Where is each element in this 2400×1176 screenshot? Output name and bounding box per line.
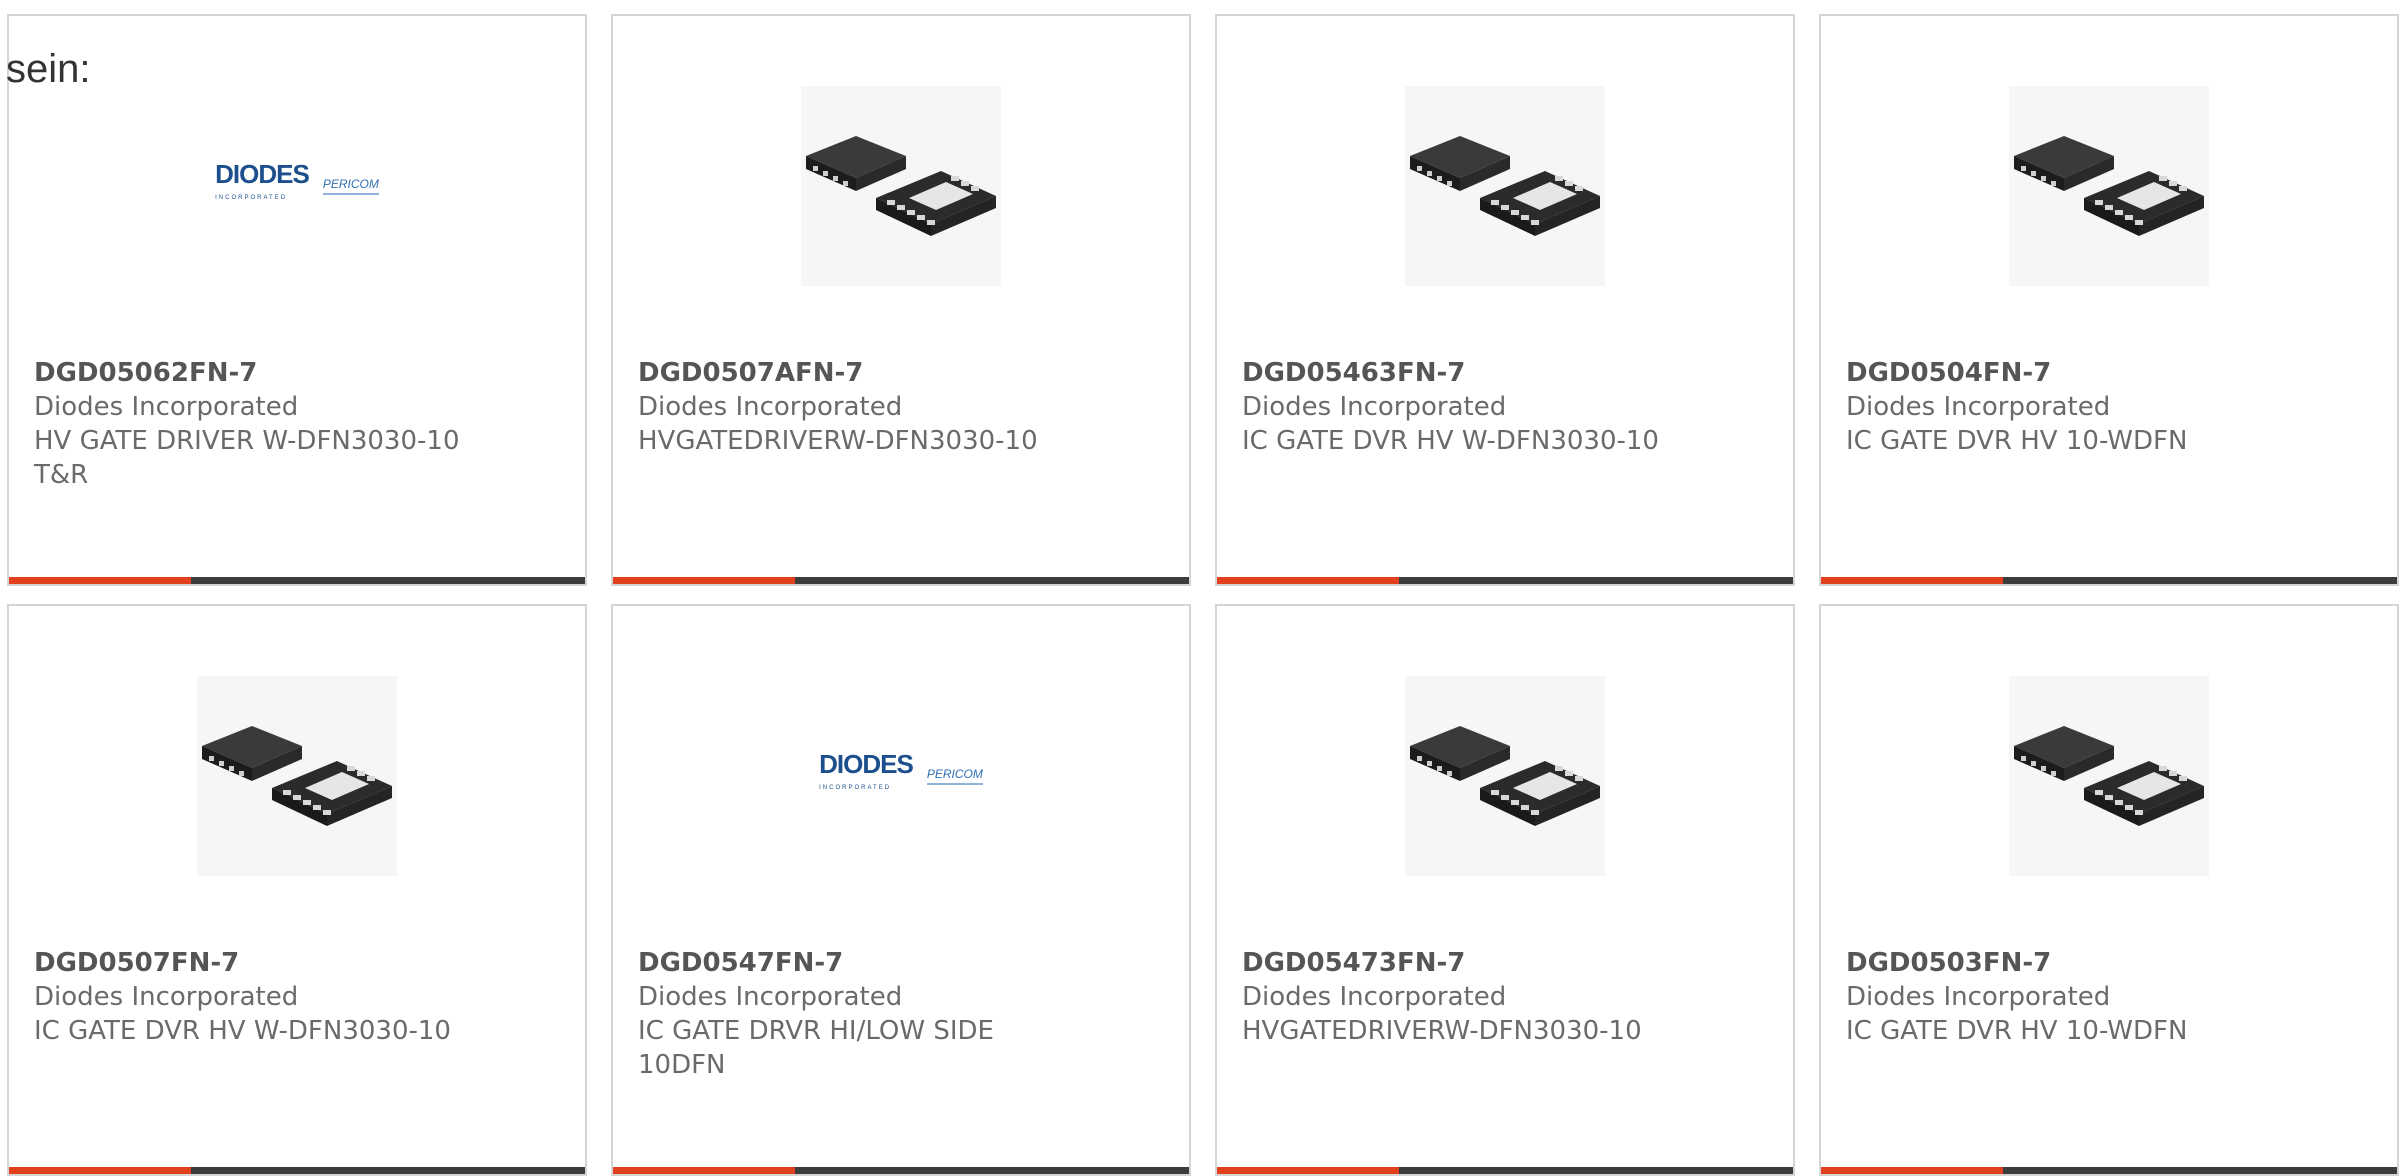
product-image[interactable] (1821, 676, 2397, 876)
product-image[interactable] (1217, 86, 1793, 286)
manufacturer-name: Diodes Incorporated (34, 392, 299, 422)
manufacturer-name: Diodes Incorporated (638, 982, 903, 1012)
part-number[interactable]: DGD0547FN-7 (638, 946, 1164, 980)
part-number[interactable]: DGD0507AFN-7 (638, 356, 1164, 390)
product-info: DGD0507FN-7 Diodes Incorporated IC GATE DV… (34, 946, 560, 1048)
product-description: HVGATEDRIVERW-DFN3030-10 (638, 426, 1038, 456)
product-info: DGD05062FN-7 Diodes Incorporated HV GATE D… (34, 356, 560, 492)
part-number[interactable]: DGD05062FN-7 (34, 356, 560, 390)
part-number[interactable]: DGD0503FN-7 (1846, 946, 2372, 980)
ic-chip-package-icon (2009, 86, 2209, 286)
manufacturer-name: Diodes Incorporated (34, 982, 299, 1012)
ic-chip-package-icon (1405, 676, 1605, 876)
product-image[interactable] (613, 86, 1189, 286)
card-accent-bar (1821, 1167, 2397, 1174)
card-accent-bar (1217, 577, 1793, 584)
ic-chip-package-icon (1405, 86, 1605, 286)
product-image[interactable]: DIODES INCORPORATED PERICOM (613, 676, 1189, 876)
card-accent-bar-highlight (613, 1167, 795, 1174)
product-card[interactable]: DGD05473FN-7 Diodes Incorporated HVGATEDRI… (1215, 604, 1795, 1176)
part-number[interactable]: DGD0504FN-7 (1846, 356, 2372, 390)
card-accent-bar-highlight (9, 577, 191, 584)
card-accent-bar (9, 1167, 585, 1174)
product-card[interactable]: DGD05463FN-7 Diodes Incorporated IC GATE D… (1215, 14, 1795, 586)
product-image[interactable] (1217, 676, 1793, 876)
product-card[interactable]: DIODES INCORPORATED PERICOM DGD05062FN-7 Dio… (7, 14, 587, 586)
card-accent-bar-highlight (1217, 1167, 1399, 1174)
ic-chip-package-icon (2009, 676, 2209, 876)
card-accent-bar (613, 577, 1189, 584)
product-image[interactable]: DIODES INCORPORATED PERICOM (9, 86, 585, 286)
manufacturer-logo-icon: DIODES INCORPORATED PERICOM (215, 161, 379, 210)
card-accent-bar-highlight (1821, 1167, 2003, 1174)
product-image[interactable] (1821, 86, 2397, 286)
product-info: DGD0503FN-7 Diodes Incorporated IC GATE DV… (1846, 946, 2372, 1048)
product-description: IC GATE DVR HV 10-WDFN (1846, 1016, 2188, 1046)
product-description: IC GATE DRVR HI/LOW SIDE 10DFN (638, 1016, 994, 1080)
manufacturer-name: Diodes Incorporated (1846, 982, 2111, 1012)
diodes-logo-text: DIODES INCORPORATED (215, 161, 310, 210)
card-accent-bar-highlight (1821, 577, 2003, 584)
pericom-logo-text: PERICOM (322, 177, 379, 195)
product-card[interactable]: DGD0507AFN-7 Diodes Incorporated HVGATEDRI… (611, 14, 1191, 586)
product-description: HV GATE DRIVER W-DFN3030-10 T&R (34, 426, 460, 490)
part-number[interactable]: DGD05463FN-7 (1242, 356, 1768, 390)
product-image[interactable] (9, 676, 585, 876)
part-number[interactable]: DGD05473FN-7 (1242, 946, 1768, 980)
card-accent-bar-highlight (1217, 577, 1399, 584)
manufacturer-name: Diodes Incorporated (1846, 392, 2111, 422)
diodes-logo-text: DIODES INCORPORATED (819, 751, 914, 800)
product-description: IC GATE DVR HV W-DFN3030-10 (1242, 426, 1659, 456)
product-card[interactable]: DIODES INCORPORATED PERICOM DGD0547FN-7 Diod… (611, 604, 1191, 1176)
diodes-logo-subtext: INCORPORATED (215, 195, 288, 201)
product-info: DGD0507AFN-7 Diodes Incorporated HVGATEDRI… (638, 356, 1164, 458)
diodes-logo-subtext: INCORPORATED (819, 785, 892, 791)
card-accent-bar (1217, 1167, 1793, 1174)
section-intro-text: sein: (6, 47, 91, 91)
card-accent-bar (1821, 577, 2397, 584)
product-description: HVGATEDRIVERW-DFN3030-10 (1242, 1016, 1642, 1046)
card-accent-bar-highlight (613, 577, 795, 584)
ic-chip-package-icon (801, 86, 1001, 286)
product-description: IC GATE DVR HV W-DFN3030-10 (34, 1016, 451, 1046)
product-card[interactable]: DGD0504FN-7 Diodes Incorporated IC GATE DV… (1819, 14, 2399, 586)
manufacturer-name: Diodes Incorporated (1242, 982, 1507, 1012)
product-info: DGD0504FN-7 Diodes Incorporated IC GATE DV… (1846, 356, 2372, 458)
card-accent-bar (9, 577, 585, 584)
card-accent-bar-highlight (9, 1167, 191, 1174)
manufacturer-name: Diodes Incorporated (638, 392, 903, 422)
product-info: DGD05463FN-7 Diodes Incorporated IC GATE D… (1242, 356, 1768, 458)
product-description: IC GATE DVR HV 10-WDFN (1846, 426, 2188, 456)
manufacturer-name: Diodes Incorporated (1242, 392, 1507, 422)
product-card[interactable]: DGD0503FN-7 Diodes Incorporated IC GATE DV… (1819, 604, 2399, 1176)
product-card[interactable]: DGD0507FN-7 Diodes Incorporated IC GATE DV… (7, 604, 587, 1176)
product-info: DGD05473FN-7 Diodes Incorporated HVGATEDRI… (1242, 946, 1768, 1048)
card-accent-bar (613, 1167, 1189, 1174)
manufacturer-logo-icon: DIODES INCORPORATED PERICOM (819, 751, 983, 800)
product-info: DGD0547FN-7 Diodes Incorporated IC GATE DR… (638, 946, 1164, 1082)
part-number[interactable]: DGD0507FN-7 (34, 946, 560, 980)
ic-chip-package-icon (197, 676, 397, 876)
pericom-logo-text: PERICOM (926, 767, 983, 785)
